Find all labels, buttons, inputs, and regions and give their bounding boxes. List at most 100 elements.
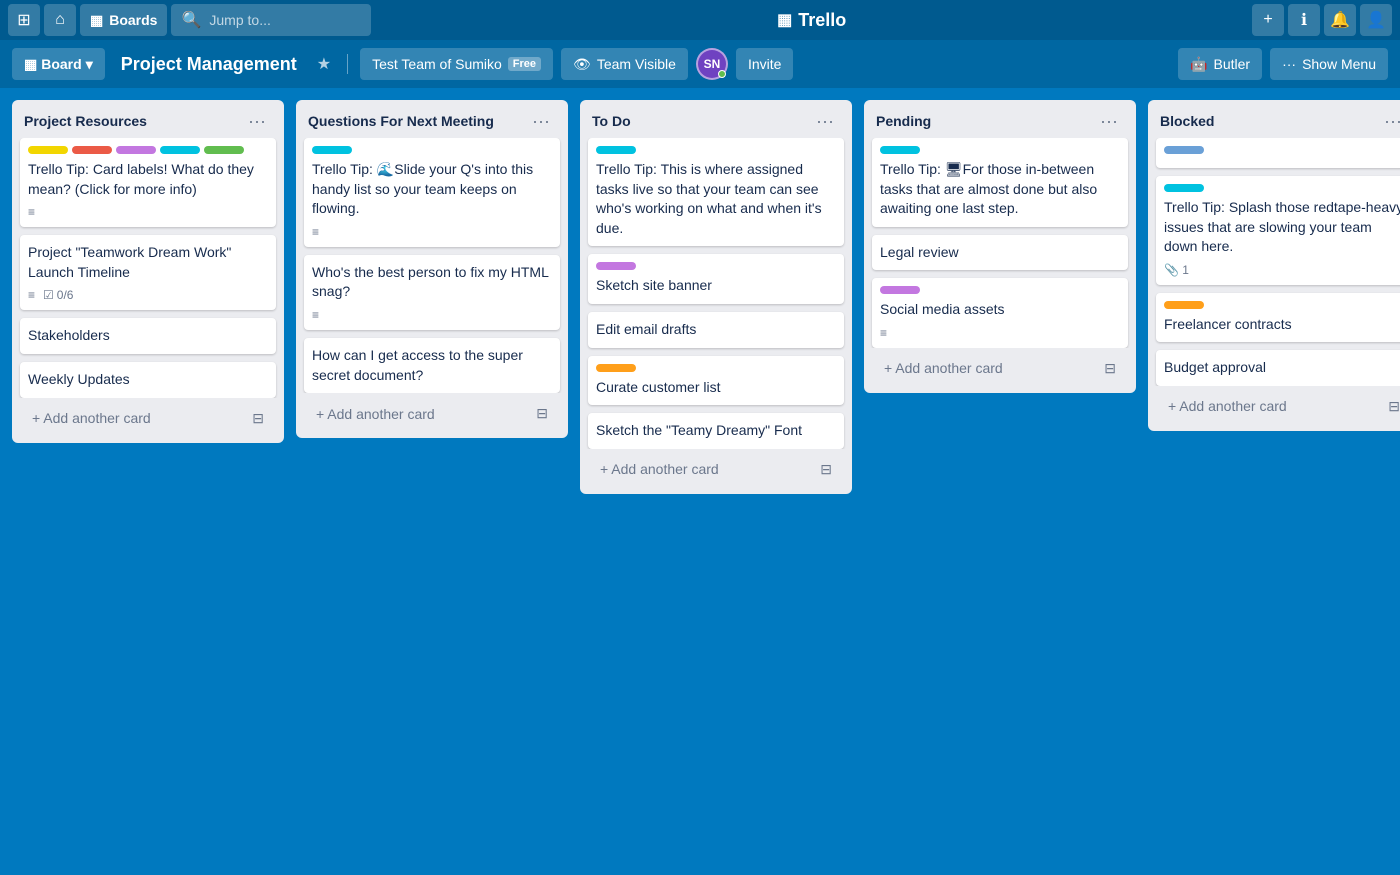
- template-icon[interactable]: ⊟: [252, 410, 264, 427]
- list-menu-button[interactable]: ···: [1094, 110, 1124, 132]
- card[interactable]: Social media assets≡: [872, 278, 1128, 348]
- team-visible-button[interactable]: 👁 Team Visible: [561, 48, 688, 80]
- card-text: Freelancer contracts: [1164, 315, 1400, 335]
- card-labels: [880, 286, 1120, 294]
- card[interactable]: Sketch the "Teamy Dreamy" Font: [588, 413, 844, 449]
- card-footer: ≡: [880, 326, 1120, 340]
- card[interactable]: Who's the best person to fix my HTML sna…: [304, 255, 560, 330]
- template-icon[interactable]: ⊟: [536, 405, 548, 422]
- search-bar[interactable]: 🔍: [171, 4, 371, 36]
- list-header: To Do···: [580, 100, 852, 138]
- card-text: How can I get access to the super secret…: [312, 346, 552, 385]
- board-label: Board: [41, 56, 81, 72]
- card-text: Curate customer list: [596, 378, 836, 398]
- card[interactable]: Stakeholders: [20, 318, 276, 354]
- user-icon: 👤: [1366, 10, 1386, 30]
- description-icon: ≡: [880, 326, 887, 340]
- notifications-button[interactable]: 🔔: [1324, 4, 1356, 36]
- card-text: Sketch site banner: [596, 276, 836, 296]
- invite-label: Invite: [748, 56, 781, 72]
- show-menu-button[interactable]: ··· Show Menu: [1270, 48, 1388, 80]
- label-blue[interactable]: [1164, 146, 1204, 154]
- card[interactable]: Edit email drafts: [588, 312, 844, 348]
- list-header: Project Resources···: [12, 100, 284, 138]
- search-icon: 🔍: [181, 10, 201, 30]
- card-text: Trello Tip: Splash those redtape-heavy i…: [1164, 198, 1400, 257]
- label-purple[interactable]: [116, 146, 156, 154]
- search-input[interactable]: [209, 12, 359, 28]
- label-orange[interactable]: [596, 364, 636, 372]
- list-menu-button[interactable]: ···: [526, 110, 556, 132]
- trello-icon: ▦: [777, 10, 792, 30]
- team-label: Test Team of Sumiko: [372, 56, 502, 72]
- invite-button[interactable]: Invite: [736, 48, 793, 80]
- card[interactable]: Legal review: [872, 235, 1128, 271]
- add-card-label: + Add another card: [600, 461, 719, 477]
- list-title: Questions For Next Meeting: [308, 113, 494, 129]
- card-labels: [28, 146, 268, 154]
- card[interactable]: Trello Tip: This is where assigned tasks…: [588, 138, 844, 246]
- add-card-button[interactable]: + Add another card⊟: [304, 397, 560, 430]
- list-cards: Trello Tip: Card labels! What do they me…: [12, 138, 284, 398]
- star-button[interactable]: ★: [313, 50, 335, 78]
- template-icon[interactable]: ⊟: [820, 461, 832, 478]
- free-badge: Free: [508, 57, 541, 71]
- boards-button[interactable]: ▦ Boards: [80, 4, 167, 36]
- card-text: Stakeholders: [28, 326, 268, 346]
- card[interactable]: Weekly Updates: [20, 362, 276, 398]
- add-card-button[interactable]: + Add another card ⊟: [588, 453, 844, 486]
- board-view-button[interactable]: ▦ Board ▾: [12, 48, 105, 80]
- label-purple[interactable]: [596, 262, 636, 270]
- boards-label: Boards: [109, 12, 157, 28]
- label-teal[interactable]: [312, 146, 352, 154]
- card-footer: ≡: [312, 225, 552, 239]
- description-icon: ≡: [28, 205, 35, 219]
- description-icon: ≡: [28, 288, 35, 302]
- card-labels: [596, 146, 836, 154]
- label-purple[interactable]: [880, 286, 920, 294]
- template-icon[interactable]: ⊟: [1388, 398, 1400, 415]
- butler-icon: 🤖: [1190, 56, 1207, 73]
- card-footer: ≡: [28, 205, 268, 219]
- list-menu-button[interactable]: ···: [242, 110, 272, 132]
- avatar[interactable]: SN: [696, 48, 728, 80]
- card[interactable]: Trello Tip: 🖥For those in-between tasks …: [872, 138, 1128, 227]
- team-button[interactable]: Test Team of Sumiko Free: [360, 48, 553, 80]
- board-title: Project Management: [113, 54, 305, 75]
- label-teal[interactable]: [596, 146, 636, 154]
- label-teal[interactable]: [160, 146, 200, 154]
- card[interactable]: Budget approval: [1156, 350, 1400, 386]
- add-card-label: + Add another card: [32, 410, 151, 426]
- template-icon[interactable]: ⊟: [1104, 360, 1116, 377]
- add-card-button[interactable]: + Add another card ⊟: [1156, 390, 1400, 423]
- card[interactable]: How can I get access to the super secret…: [304, 338, 560, 393]
- profile-button[interactable]: 👤: [1360, 4, 1392, 36]
- card[interactable]: Freelancer contracts: [1156, 293, 1400, 343]
- card[interactable]: Project "Teamwork Dream Work" Launch Tim…: [20, 235, 276, 310]
- apps-button[interactable]: ⊞: [8, 4, 40, 36]
- butler-button[interactable]: 🤖 Butler: [1178, 48, 1262, 80]
- card[interactable]: Trello Tip: 🌊Slide your Q's into this ha…: [304, 138, 560, 247]
- list-project-resources: Project Resources···Trello Tip: Card lab…: [12, 100, 284, 443]
- list-menu-button[interactable]: ···: [1378, 110, 1400, 132]
- card[interactable]: Trello Tip: Card labels! What do they me…: [20, 138, 276, 227]
- label-teal[interactable]: [880, 146, 920, 154]
- add-card-button[interactable]: + Add another card ⊟: [20, 402, 276, 435]
- list-menu-button[interactable]: ···: [810, 110, 840, 132]
- card[interactable]: Trello Tip: Splash those redtape-heavy i…: [1156, 176, 1400, 285]
- add-card-label: + Add another card: [1168, 398, 1287, 414]
- card[interactable]: Curate customer list: [588, 356, 844, 406]
- label-teal[interactable]: [1164, 184, 1204, 192]
- home-button[interactable]: ⌂: [44, 4, 76, 36]
- card[interactable]: [1156, 138, 1400, 168]
- card[interactable]: Sketch site banner: [588, 254, 844, 304]
- add-button[interactable]: +: [1252, 4, 1284, 36]
- label-orange[interactable]: [1164, 301, 1204, 309]
- star-icon: ★: [317, 56, 331, 73]
- label-red[interactable]: [72, 146, 112, 154]
- info-button[interactable]: ℹ: [1288, 4, 1320, 36]
- label-yellow[interactable]: [28, 146, 68, 154]
- label-green[interactable]: [204, 146, 244, 154]
- add-card-button[interactable]: + Add another card⊟: [872, 352, 1128, 385]
- checklist-count: 0/6: [57, 288, 74, 302]
